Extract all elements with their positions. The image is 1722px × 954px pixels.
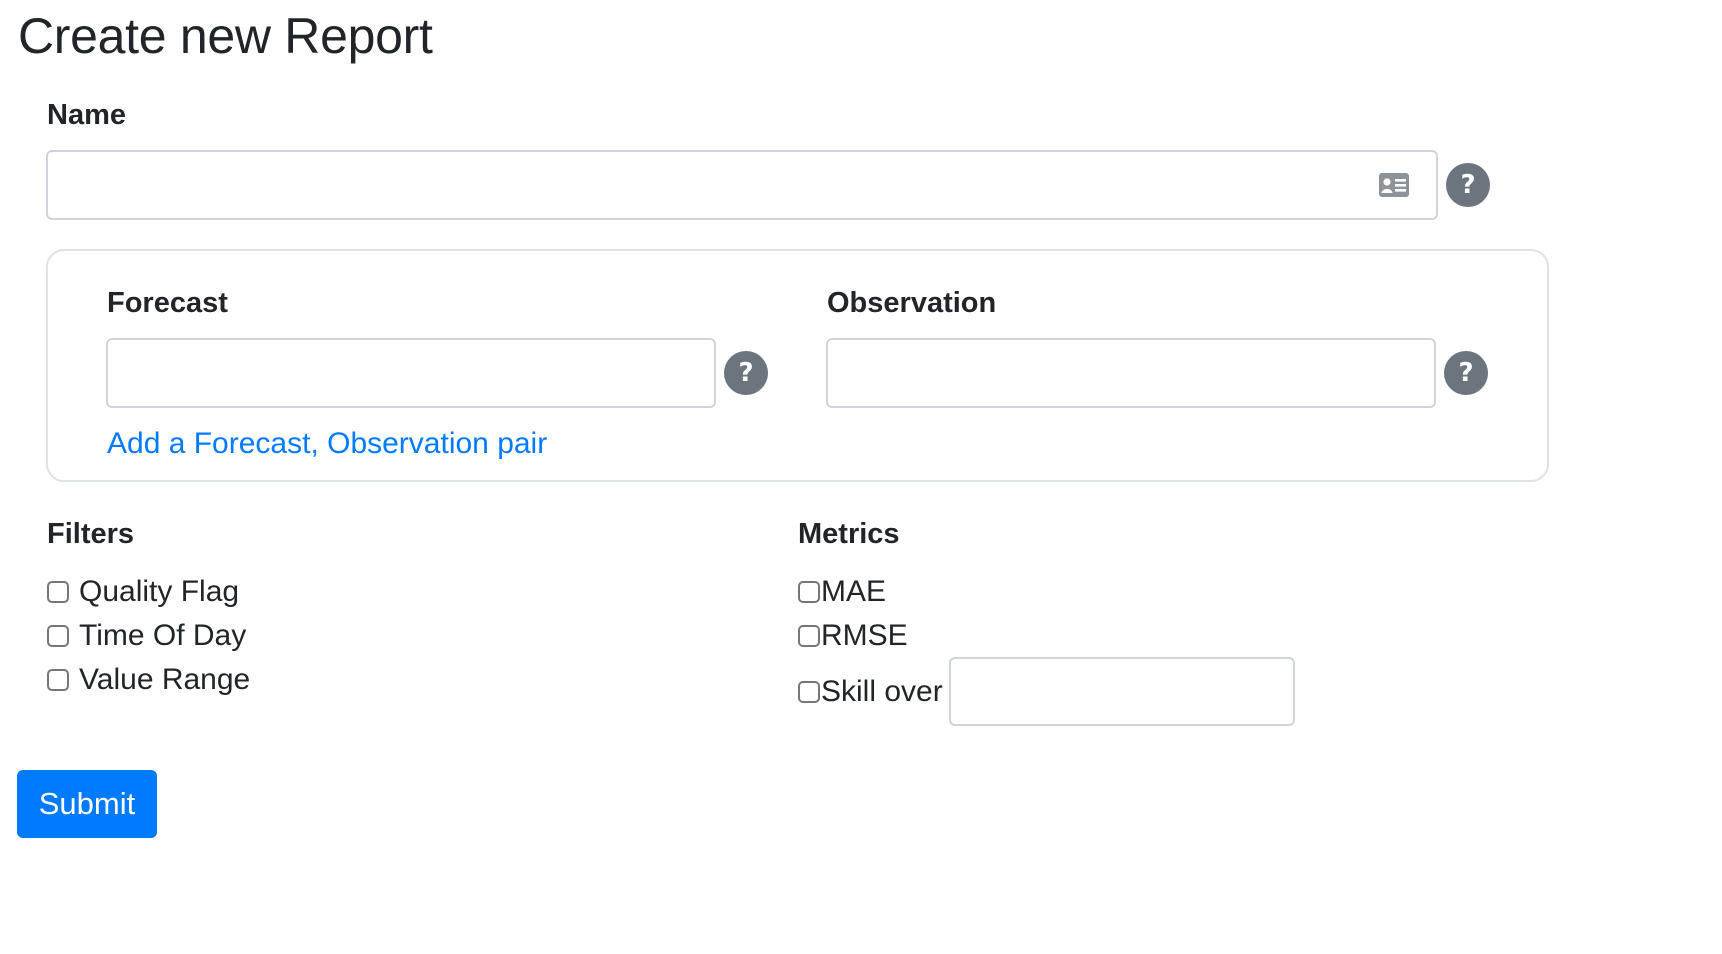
- observation-input[interactable]: [826, 338, 1436, 408]
- time-of-day-checkbox[interactable]: [47, 625, 69, 647]
- submit-button[interactable]: Submit: [17, 770, 157, 838]
- metrics-heading: Metrics: [798, 518, 900, 550]
- mae-checkbox[interactable]: [798, 581, 820, 603]
- name-label: Name: [47, 99, 126, 131]
- metric-mae[interactable]: MAE: [798, 572, 886, 612]
- contact-card-icon[interactable]: [1378, 171, 1410, 199]
- rmse-checkbox[interactable]: [798, 625, 820, 647]
- time-of-day-label: Time Of Day: [79, 619, 247, 652]
- add-pair-link[interactable]: Add a Forecast, Observation pair: [107, 424, 547, 464]
- skill-over-checkbox[interactable]: [798, 681, 820, 703]
- skill-over-label: Skill over: [821, 675, 943, 708]
- rmse-label: RMSE: [821, 619, 908, 652]
- filter-value-range[interactable]: Value Range: [47, 660, 250, 700]
- name-input[interactable]: [46, 150, 1438, 220]
- metric-rmse[interactable]: RMSE: [798, 616, 908, 656]
- page-title: Create new Report: [18, 8, 433, 64]
- quality-flag-label: Quality Flag: [79, 575, 240, 608]
- forecast-label: Forecast: [107, 287, 228, 319]
- observation-label: Observation: [827, 287, 997, 319]
- filter-time-of-day[interactable]: Time Of Day: [47, 616, 246, 656]
- quality-flag-checkbox[interactable]: [47, 581, 69, 603]
- forecast-input[interactable]: [106, 338, 716, 408]
- value-range-checkbox[interactable]: [47, 669, 69, 691]
- skill-reference-input[interactable]: [949, 657, 1295, 726]
- name-help-icon[interactable]: ?: [1446, 163, 1490, 207]
- filter-quality-flag[interactable]: Quality Flag: [47, 572, 239, 612]
- value-range-label: Value Range: [79, 663, 251, 696]
- metric-skill-over[interactable]: Skill over: [798, 672, 943, 712]
- filters-heading: Filters: [47, 518, 135, 550]
- observation-help-icon[interactable]: ?: [1444, 351, 1488, 395]
- mae-label: MAE: [821, 575, 887, 608]
- forecast-help-icon[interactable]: ?: [724, 351, 768, 395]
